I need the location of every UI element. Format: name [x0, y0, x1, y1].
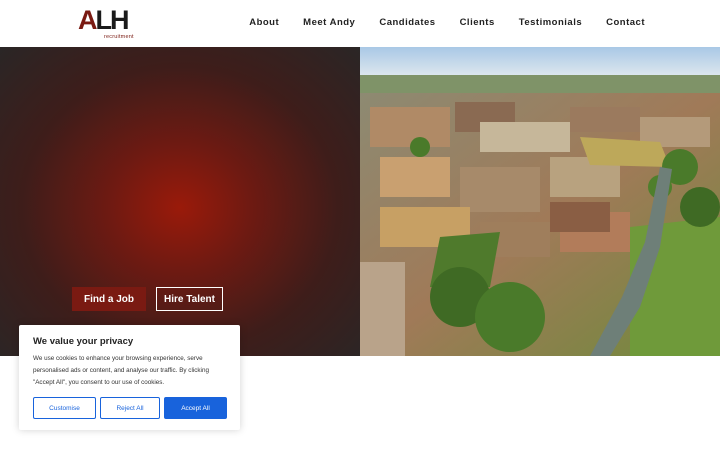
hire-talent-button[interactable]: Hire Talent — [156, 287, 223, 311]
site-header: ALH recruitment About Meet Andy Candidat… — [0, 0, 720, 47]
nav-testimonials[interactable]: Testimonials — [519, 17, 582, 28]
logo-mark: ALH — [78, 5, 130, 35]
alh-logo[interactable]: ALH recruitment — [78, 6, 136, 42]
cookie-customise-button[interactable]: Customise — [33, 397, 96, 419]
find-a-job-button[interactable]: Find a Job — [72, 287, 146, 311]
cookie-consent-banner: We value your privacy We use cookies to … — [19, 325, 240, 430]
logo-subtitle: recruitment — [104, 34, 134, 40]
nav-meet-andy[interactable]: Meet Andy — [303, 17, 355, 28]
cookie-description: We use cookies to enhance your browsing … — [33, 355, 209, 386]
nav-about[interactable]: About — [249, 17, 279, 28]
hero-city-aerial-image — [360, 47, 720, 356]
cookie-accept-all-button[interactable]: Accept All — [164, 397, 227, 419]
cookie-title: We value your privacy — [33, 336, 134, 347]
nav-clients[interactable]: Clients — [460, 17, 495, 28]
nav-candidates[interactable]: Candidates — [379, 17, 435, 28]
nav-contact[interactable]: Contact — [606, 17, 645, 28]
main-nav: About Meet Andy Candidates Clients Testi… — [249, 17, 645, 28]
cookie-reject-all-button[interactable]: Reject All — [100, 397, 160, 419]
logo-letters-lh: LH — [95, 5, 130, 35]
logo-letter-a: A — [78, 5, 97, 35]
aerial-city-illustration — [360, 47, 720, 356]
